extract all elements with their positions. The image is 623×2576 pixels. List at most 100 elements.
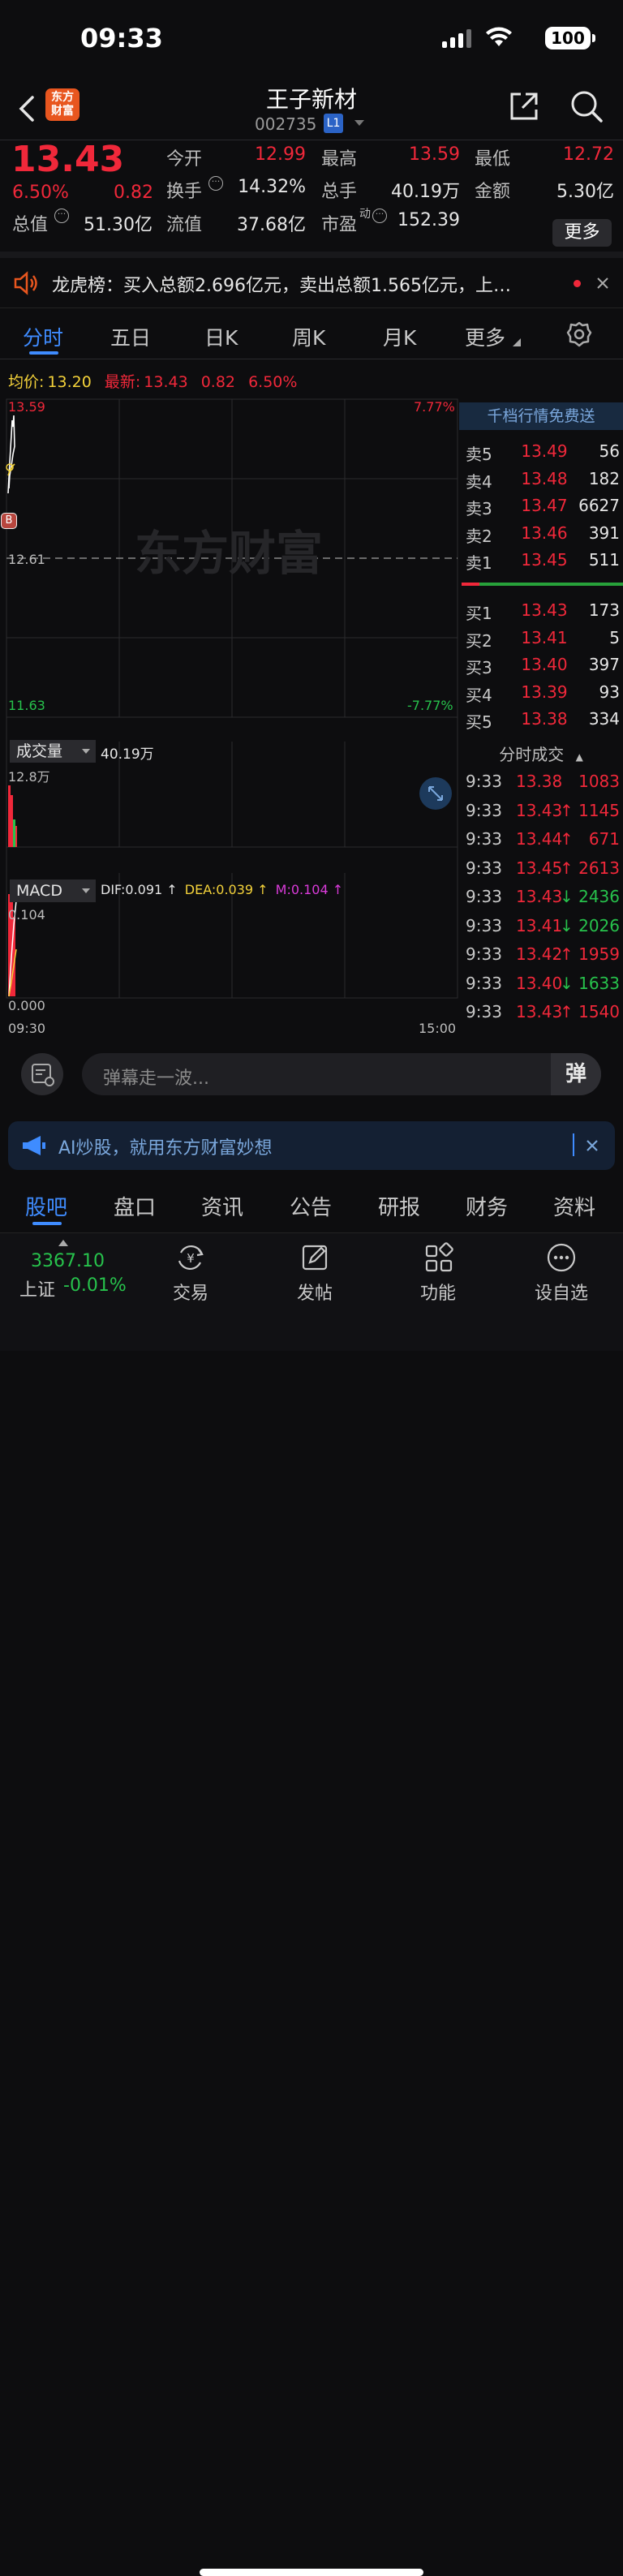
level-quantity: 5 bbox=[609, 627, 620, 647]
bid-row[interactable]: 买4 13.39 93 bbox=[459, 677, 623, 707]
news-ticker[interactable]: 龙虎榜：买入总额2.696亿元，卖出总额1.565亿元，上… bbox=[0, 258, 623, 308]
tab-announcements[interactable]: 公告 bbox=[290, 1191, 332, 1221]
trade-price: 13.41 bbox=[516, 915, 563, 935]
tab-financials[interactable]: 财务 bbox=[466, 1191, 508, 1221]
ask-row[interactable]: 卖3 13.47 6627 bbox=[459, 491, 623, 520]
trade-quantity: 2026 bbox=[578, 915, 620, 935]
turnover-label: 换手 bbox=[166, 182, 203, 202]
tab-daily-k[interactable]: 日K bbox=[204, 322, 238, 351]
nav-add-watchlist[interactable]: 设自选 bbox=[521, 1241, 602, 1305]
chart-top-percent: 7.77% bbox=[414, 399, 455, 415]
nav-trade[interactable]: ¥ 交易 bbox=[150, 1241, 231, 1305]
tab-weekly-k[interactable]: 周K bbox=[292, 322, 325, 351]
trade-time: 9:33 bbox=[466, 944, 502, 964]
settings-gear-icon[interactable] bbox=[566, 321, 592, 347]
level-label: 卖4 bbox=[466, 471, 492, 492]
ask-row[interactable]: 卖5 13.49 56 bbox=[459, 437, 623, 466]
trade-quantity: 1540 bbox=[578, 1002, 620, 1021]
tab-market-depth[interactable]: 盘口 bbox=[114, 1191, 156, 1221]
tab-forum[interactable]: 股吧 bbox=[25, 1191, 67, 1221]
trade-direction-arrow: ↑ bbox=[560, 858, 574, 878]
nav-functions[interactable]: 功能 bbox=[397, 1241, 479, 1305]
chart-tabs: 分时 五日 日K 周K 月K 更多 bbox=[0, 309, 623, 359]
orderbook-divider-red bbox=[462, 583, 479, 586]
macd-bars bbox=[8, 888, 17, 997]
tab-profile[interactable]: 资料 bbox=[553, 1191, 595, 1221]
level-price: 13.41 bbox=[521, 627, 568, 647]
time-start-label: 09:30 bbox=[8, 1021, 46, 1036]
level-label: 卖3 bbox=[466, 499, 492, 518]
tab-more[interactable]: 更多 bbox=[465, 322, 505, 351]
stock-code: 002735 bbox=[255, 114, 317, 134]
intraday-chart-area: 均价: 13.20 最新: 13.43 0.82 6.50% 东方财富 13.5… bbox=[0, 360, 623, 1039]
orderbook-promo-banner[interactable]: 千档行情免费送 bbox=[459, 402, 623, 430]
ask-row[interactable]: 卖1 13.45 511 bbox=[459, 545, 623, 574]
level-price: 13.38 bbox=[521, 709, 568, 729]
level-price: 13.43 bbox=[521, 600, 568, 620]
ai-banner-separator bbox=[573, 1133, 574, 1156]
trades-title[interactable]: 分时成交 ▲ bbox=[459, 742, 623, 765]
level-badge[interactable]: L1 bbox=[324, 114, 343, 133]
danmu-send-button[interactable]: 弹 bbox=[551, 1053, 601, 1095]
close-icon[interactable] bbox=[597, 277, 608, 289]
bid-row[interactable]: 买3 13.40 397 bbox=[459, 650, 623, 679]
trade-quantity: 1633 bbox=[578, 973, 620, 993]
speaker-icon bbox=[14, 271, 37, 295]
price-chart[interactable]: 东方财富 bbox=[0, 398, 459, 1039]
trade-time: 9:33 bbox=[466, 1002, 502, 1021]
tab-intraday[interactable]: 分时 bbox=[23, 322, 63, 351]
expand-chart-button[interactable] bbox=[419, 777, 452, 810]
info-dots-icon[interactable]: ··· bbox=[208, 176, 223, 191]
tab-research[interactable]: 研报 bbox=[378, 1191, 420, 1221]
danmu-input[interactable]: 弹幕走一波... 弹 bbox=[82, 1053, 601, 1095]
bid-row[interactable]: 买1 13.43 173 bbox=[459, 596, 623, 625]
level-price: 13.40 bbox=[521, 655, 568, 674]
open-label: 今开 bbox=[166, 149, 203, 170]
tab-news[interactable]: 资讯 bbox=[201, 1191, 243, 1221]
pe-superscript: 动 bbox=[359, 208, 371, 221]
chevron-down-icon[interactable] bbox=[354, 120, 364, 127]
status-bar: 09:33 100 bbox=[0, 0, 623, 77]
level-label: 卖1 bbox=[466, 553, 492, 573]
level-quantity: 511 bbox=[588, 550, 620, 570]
trade-price: 13.44 bbox=[516, 829, 563, 849]
nav-post[interactable]: 发帖 bbox=[274, 1241, 355, 1305]
danmu-settings-button[interactable] bbox=[21, 1053, 63, 1095]
content-tabs: 股吧 盘口 资讯 公告 研报 财务 资料 bbox=[0, 1176, 623, 1233]
macd-values: DIF:0.091 ↑ DEA:0.039 ↑ M:0.104 ↑ bbox=[101, 882, 344, 897]
volume-label: 总手 bbox=[321, 182, 358, 202]
tab-five-day[interactable]: 五日 bbox=[110, 322, 151, 351]
dropdown-triangle-icon bbox=[82, 888, 90, 893]
trade-quantity: 2613 bbox=[578, 858, 620, 878]
ai-promo-banner[interactable]: AI炒股，就用东方财富妙想 bbox=[8, 1121, 615, 1170]
buy-point-marker[interactable]: B bbox=[1, 513, 17, 529]
trade-direction-arrow: ↓ bbox=[560, 915, 574, 935]
bottom-nav: 3367.10 上证 -0.01% ¥ 交易 发帖 功能 设自选 bbox=[0, 1233, 623, 2576]
trade-quantity: 671 bbox=[588, 829, 620, 849]
trade-row: 9:33 13.42 ↑ 1959 bbox=[459, 940, 623, 970]
trade-quantity: 1083 bbox=[578, 772, 620, 791]
more-button[interactable]: 更多 bbox=[552, 219, 612, 247]
ask-row[interactable]: 卖4 13.48 182 bbox=[459, 464, 623, 493]
float-value: 37.68亿 bbox=[237, 215, 306, 235]
chart-watermark: 东方财富 bbox=[135, 526, 323, 581]
close-icon[interactable] bbox=[586, 1139, 599, 1152]
tab-monthly-k[interactable]: 月K bbox=[383, 322, 416, 351]
index-value[interactable]: 3367.10 bbox=[31, 1251, 105, 1271]
level-label: 买3 bbox=[466, 658, 492, 677]
share-icon[interactable] bbox=[508, 90, 540, 123]
bid-row[interactable]: 买2 13.41 5 bbox=[459, 623, 623, 652]
ask-row[interactable]: 卖2 13.46 391 bbox=[459, 518, 623, 548]
trade-price: 13.43 bbox=[516, 887, 563, 906]
high-label: 最高 bbox=[321, 149, 358, 170]
index-name: 上证 bbox=[19, 1280, 56, 1301]
info-dots-icon[interactable]: ··· bbox=[54, 209, 69, 223]
search-icon[interactable] bbox=[569, 89, 604, 123]
stock-header: 东方 财富 王子新材 002735 L1 bbox=[0, 77, 623, 140]
trade-time: 9:33 bbox=[466, 800, 502, 820]
bid-row[interactable]: 买5 13.38 334 bbox=[459, 704, 623, 733]
last-price: 13.43 bbox=[11, 139, 125, 180]
home-indicator bbox=[200, 2569, 423, 2576]
expand-up-icon[interactable] bbox=[58, 1240, 68, 1246]
trade-price: 13.42 bbox=[516, 944, 563, 964]
